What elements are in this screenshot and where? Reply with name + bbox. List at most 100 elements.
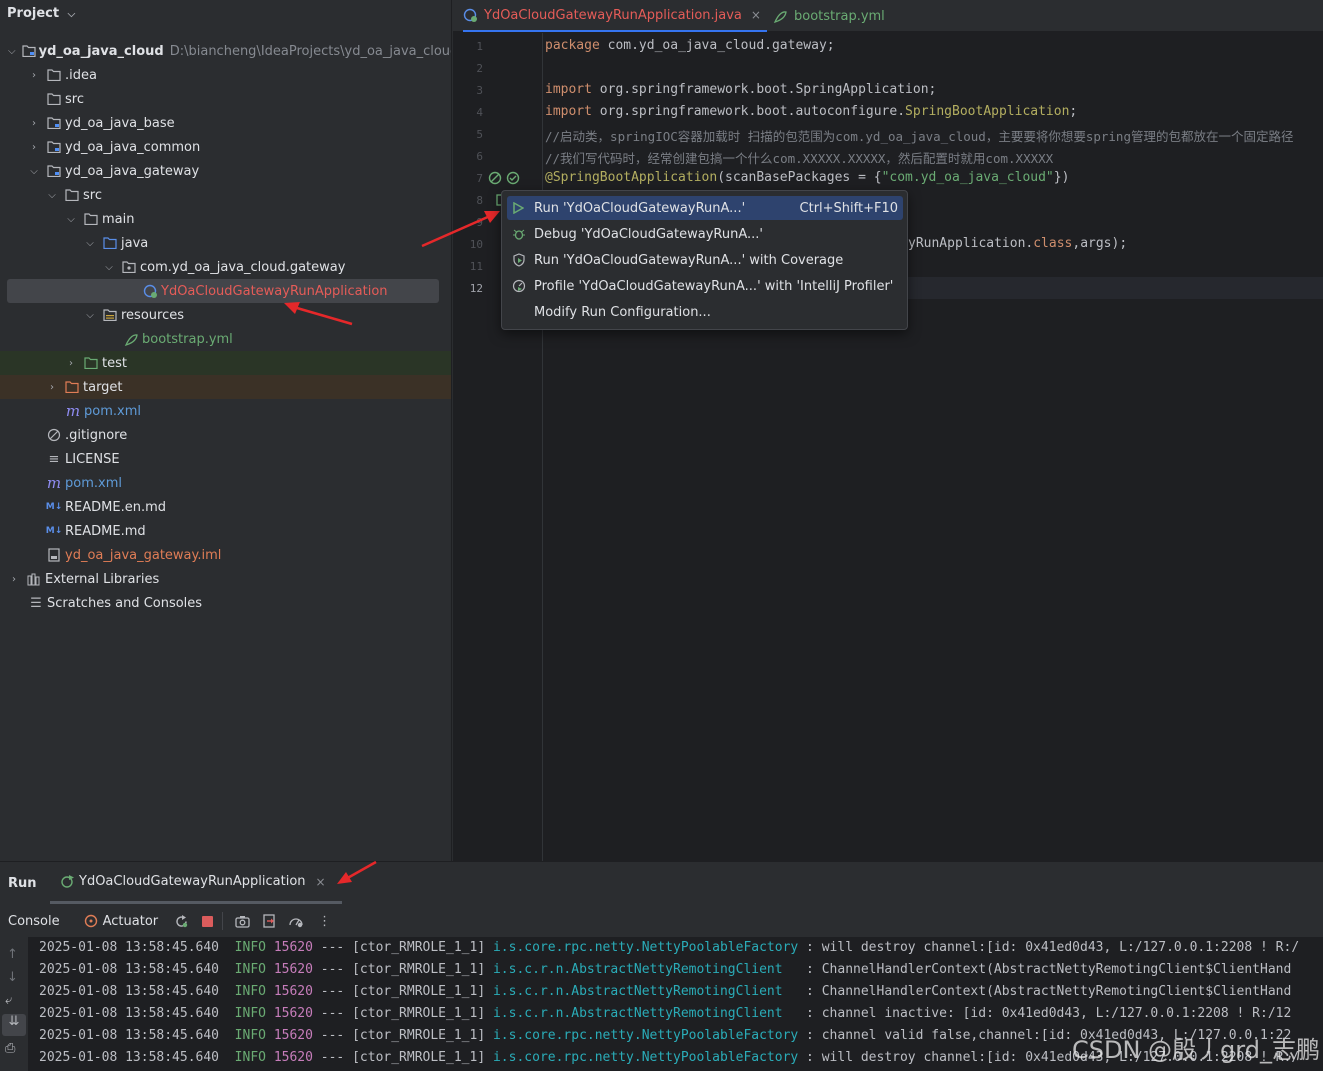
menu-item-profile[interactable]: Profile 'YdOaCloudGatewayRunA...' with '… [507,274,903,298]
code-line-5: //启动类，springIOC容器加载时 扫描的包范围为com.yd_oa_ja… [545,129,1294,144]
tab-actuator[interactable]: Actuator [103,914,159,929]
project-title: Project [7,6,60,21]
tree-item-gateway-pom[interactable]: m pom.xml [0,399,451,423]
maven-icon: m [46,474,62,492]
debug-icon [512,227,534,241]
tree-item-package[interactable]: ⌵ com.yd_oa_java_cloud.gateway [0,255,451,279]
tree-item-gateway-src[interactable]: ⌵ src [0,183,451,207]
performance-icon[interactable] [288,914,304,928]
spring-config-icon[interactable] [506,171,520,189]
actuator-icon [84,914,98,928]
scratches-icon: ☰ [30,595,42,611]
tree-item-common[interactable]: › yd_oa_java_common [0,135,451,159]
code-line-10: yRunApplication.class,args); [908,236,1128,251]
spring-boot-class-icon [142,283,158,299]
tree-item-scratches[interactable]: ☰ Scratches and Consoles [0,591,451,615]
spring-bean-icon[interactable] [488,171,502,189]
tree-item-label: LICENSE [65,451,120,467]
annotation-arrow [337,860,377,884]
stop-icon[interactable] [201,915,214,928]
tree-item-readme-en[interactable]: M↓ README.en.md [0,495,451,519]
tree-item-resources[interactable]: ⌵ resources [0,303,451,327]
profiler-icon [512,279,534,293]
tree-item-label: main [102,211,135,227]
project-view-selector[interactable]: Project ⌵ [7,6,75,21]
chevron-down-icon[interactable]: ⌵ [28,166,40,177]
tree-item-src[interactable]: src [0,87,451,111]
tree-item-gateway[interactable]: ⌵ yd_oa_java_gateway [0,159,451,183]
close-icon[interactable]: × [316,875,326,889]
tree-item-target[interactable]: › target [0,375,451,399]
tree-item-java[interactable]: ⌵ java [0,231,451,255]
tree-item-base[interactable]: › yd_oa_java_base [0,111,451,135]
more-options-icon[interactable]: ⋮ [318,914,331,929]
chevron-right-icon[interactable]: › [65,358,77,369]
module-folder-icon [46,139,62,155]
tree-item-label: yd_oa_java_cloud [38,43,164,59]
chevron-right-icon[interactable]: › [28,70,40,81]
tree-item-label: External Libraries [45,571,160,587]
run-panel-title: Run [8,876,37,891]
chevron-down-icon: ⌵ [67,9,76,20]
tree-item-label: src [83,187,102,203]
chevron-right-icon[interactable]: › [8,574,20,585]
tree-item-idea[interactable]: › .idea [0,63,451,87]
arrow-up-icon[interactable]: ↑ [7,947,18,962]
line-number: 5 [476,128,483,141]
tree-item-gitignore[interactable]: .gitignore [0,423,451,447]
tree-item-test[interactable]: › test [0,351,451,375]
chevron-down-icon[interactable]: ⌵ [65,214,77,225]
close-icon[interactable]: × [751,8,761,22]
tree-item-main[interactable]: ⌵ main [0,207,451,231]
line-number: 1 [476,40,483,53]
tree-item-bootstrap-yml[interactable]: bootstrap.yml [0,327,451,351]
chevron-down-icon[interactable]: ⌵ [46,190,58,201]
menu-item-run[interactable]: Run 'YdOaCloudGatewayRunA...' Ctrl+Shift… [507,196,903,220]
yaml-icon [773,9,788,24]
menu-item-label: Run 'YdOaCloudGatewayRunA...' with Cover… [534,252,844,268]
menu-item-debug[interactable]: Debug 'YdOaCloudGatewayRunA...' [507,222,903,246]
menu-item-coverage[interactable]: Run 'YdOaCloudGatewayRunA...' with Cover… [507,248,903,272]
folder-icon [64,187,80,203]
code-line-1: package com.yd_oa_java_cloud.gateway; [545,38,835,53]
chevron-down-icon[interactable]: ⌵ [84,310,96,321]
watermark-text: CSDN @殷丿grd_志鹏 [1072,1036,1320,1064]
run-config-tab[interactable]: YdOaCloudGatewayRunApplication × [50,862,342,904]
code-line-7: @SpringBootApplication(scanBasePackages … [545,170,1070,185]
chevron-down-icon[interactable]: ⌵ [8,46,16,57]
tree-item-root-pom[interactable]: m pom.xml [0,471,451,495]
chevron-right-icon[interactable]: › [46,382,58,393]
chevron-down-icon[interactable]: ⌵ [103,262,115,273]
line-number: 3 [476,84,483,97]
tree-item-iml[interactable]: yd_oa_java_gateway.iml [0,543,451,567]
tree-item-license[interactable]: ≡ LICENSE [0,447,451,471]
soft-wrap-icon[interactable]: ⤶ [5,993,12,1008]
chevron-down-icon[interactable]: ⌵ [84,238,96,249]
scroll-to-end-icon[interactable]: ⇊ [2,1014,26,1036]
excluded-folder-icon [64,379,80,395]
tree-item-readme[interactable]: M↓ README.md [0,519,451,543]
tab-run-application[interactable]: YdOaCloudGatewayRunApplication.java × [463,0,767,32]
tree-item-label: Scratches and Consoles [47,595,203,611]
menu-item-modify-config[interactable]: Modify Run Configuration... [507,300,903,324]
module-folder-icon [21,43,36,59]
tab-bootstrap-yml[interactable]: bootstrap.yml [773,0,885,32]
line-number: 8 [476,194,483,207]
print-icon[interactable]: ⎙ [5,1041,15,1056]
tree-item-run-application[interactable]: YdOaCloudGatewayRunApplication [7,279,439,303]
code-editor[interactable]: YdOaCloudGatewayRunApplication.java × bo… [453,0,1323,861]
menu-item-label: Profile 'YdOaCloudGatewayRunA...' with '… [534,278,894,294]
exit-icon[interactable] [262,914,276,928]
tab-console[interactable]: Console [8,914,60,929]
folder-icon [46,91,62,107]
arrow-down-icon[interactable]: ↓ [7,970,18,985]
maven-icon: m [65,402,81,420]
tree-item-label: yd_oa_java_gateway [65,163,200,179]
chevron-right-icon[interactable]: › [28,118,40,129]
camera-icon[interactable] [235,915,250,928]
tree-item-label: test [102,355,127,371]
chevron-right-icon[interactable]: › [28,142,40,153]
rerun-icon[interactable] [174,914,189,929]
tree-item-root[interactable]: ⌵ yd_oa_java_cloud D:\biancheng\IdeaProj… [0,39,451,63]
tree-item-external-libraries[interactable]: › External Libraries [0,567,451,591]
